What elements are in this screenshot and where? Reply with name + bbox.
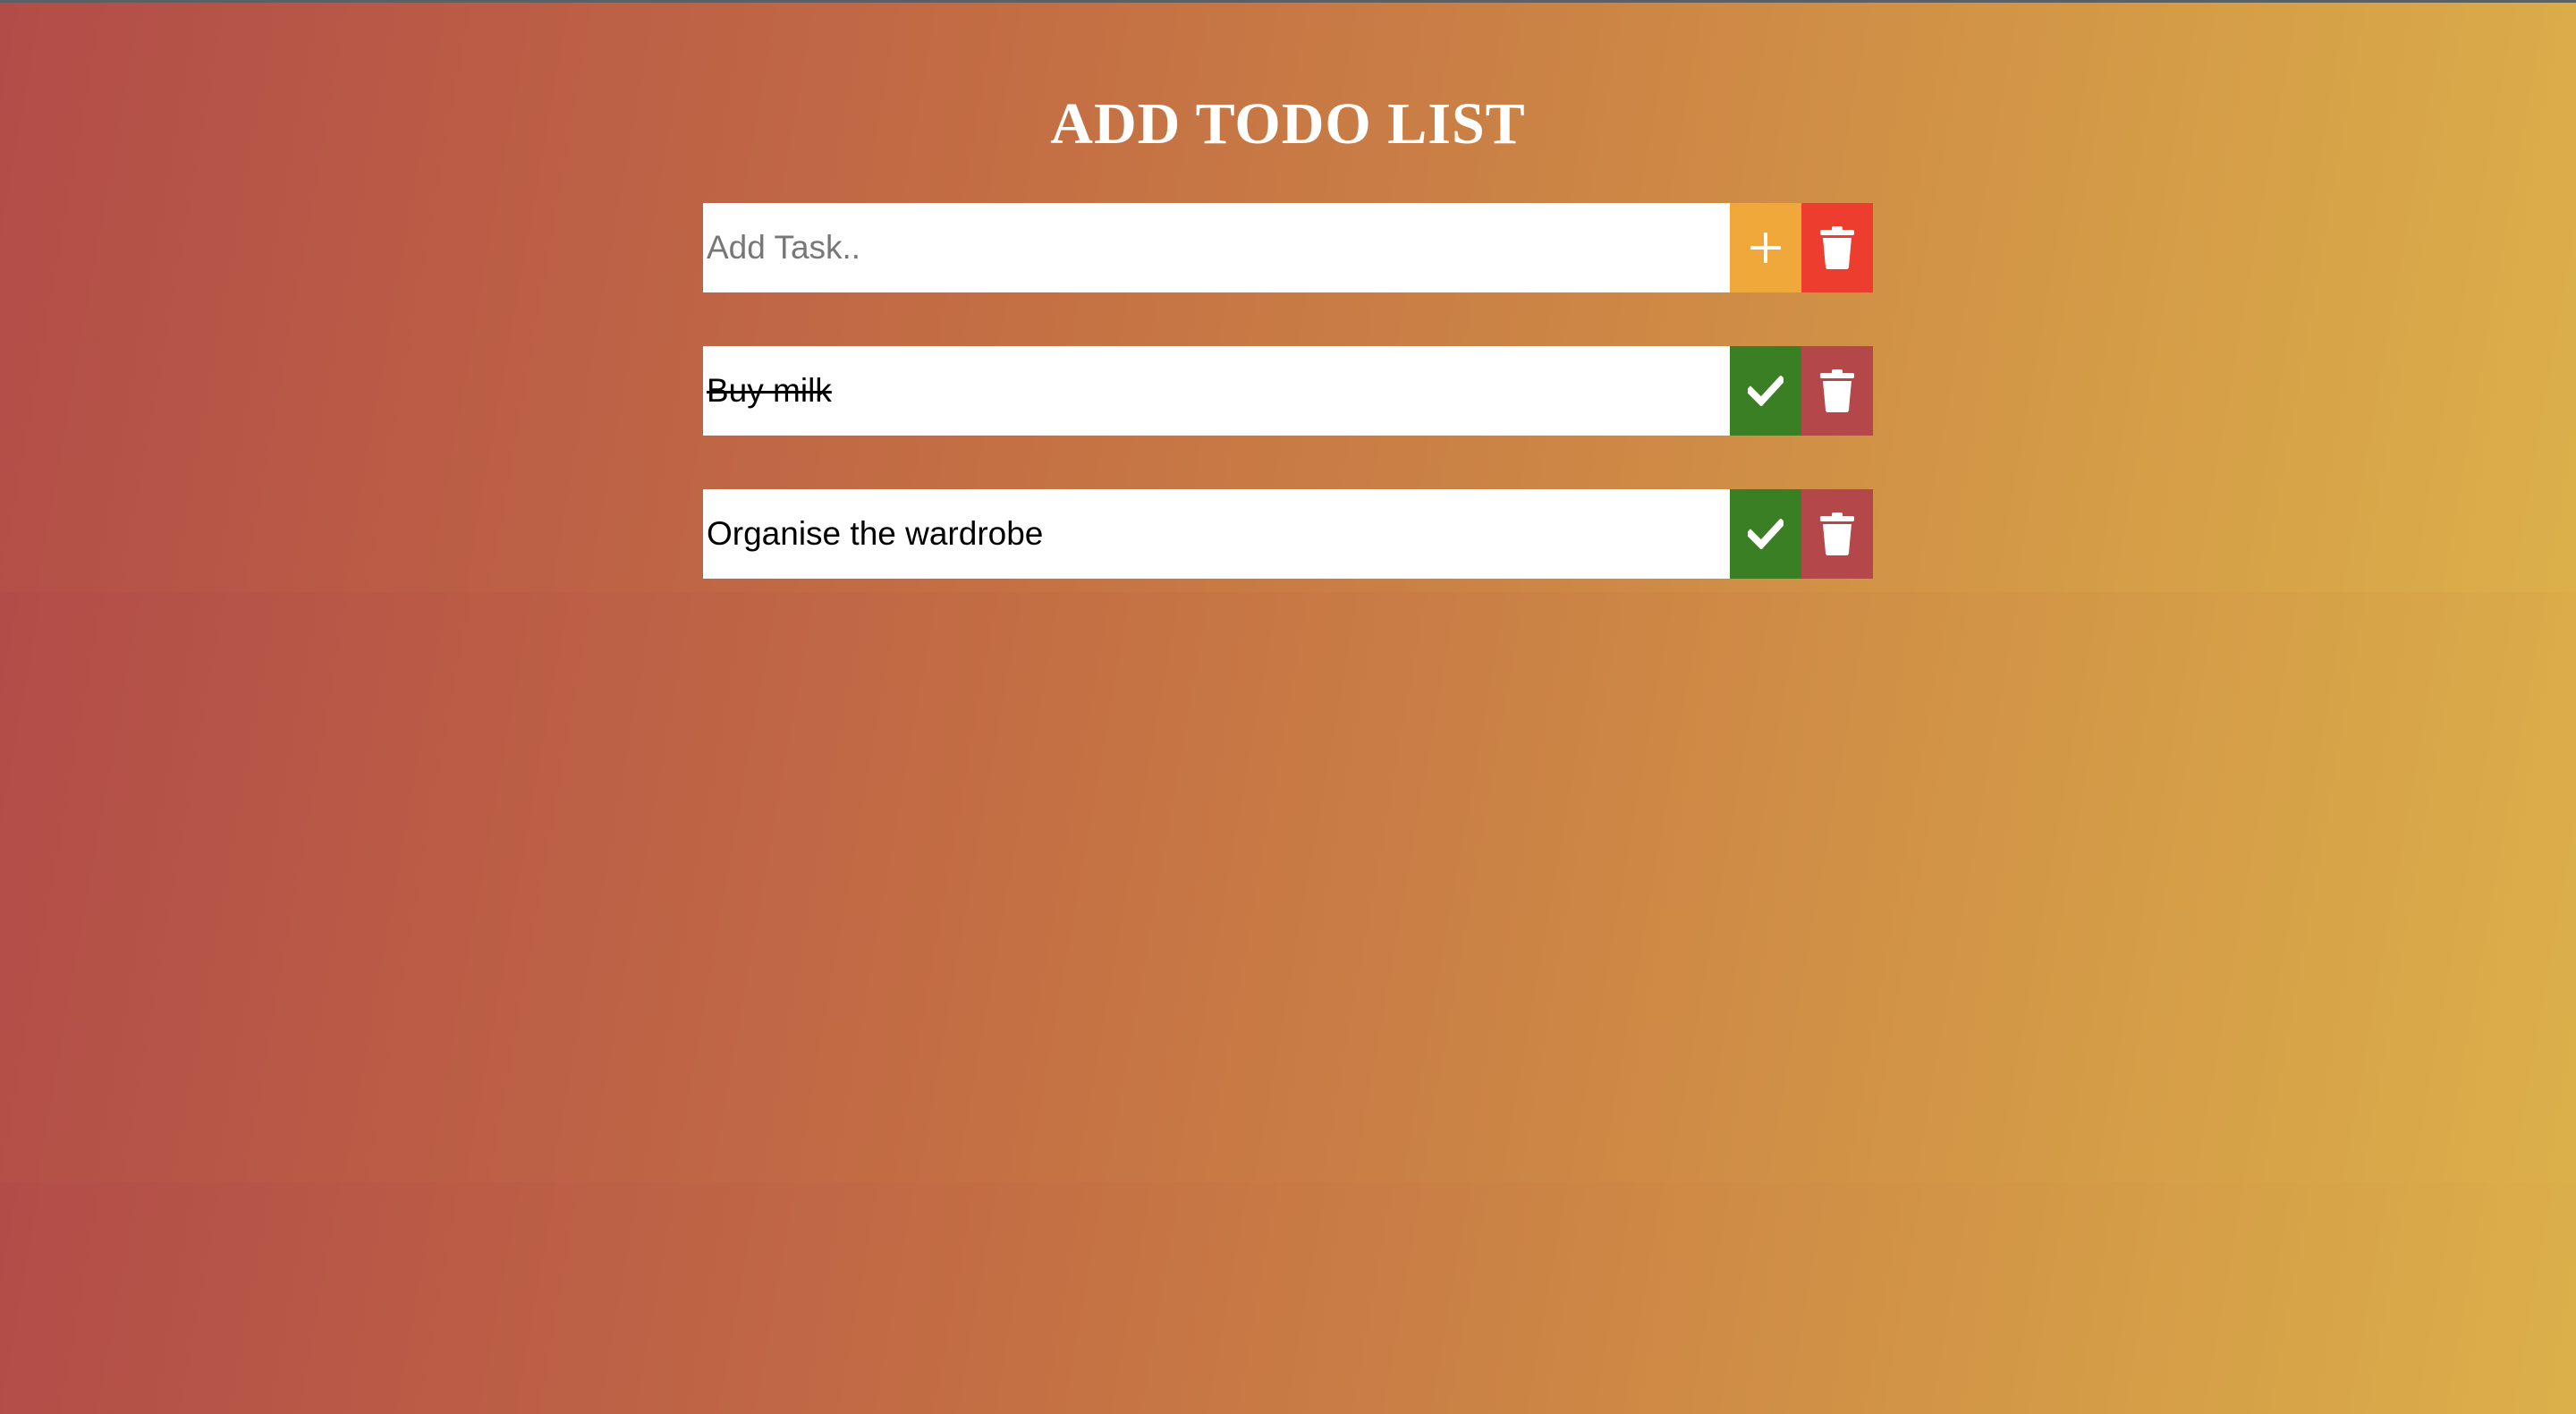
check-icon	[1748, 519, 1784, 549]
complete-task-button[interactable]	[1730, 489, 1801, 579]
delete-task-button[interactable]	[1801, 489, 1873, 579]
complete-task-button[interactable]	[1730, 346, 1801, 436]
trash-icon	[1820, 512, 1854, 555]
page-title: ADD TODO LIST	[1050, 91, 1526, 157]
task-item: Organise the wardrobe	[703, 489, 1873, 579]
clear-input-button[interactable]	[1801, 203, 1873, 292]
background-band	[0, 1182, 2576, 1414]
plus-icon	[1750, 233, 1781, 263]
trash-icon	[1820, 226, 1854, 269]
check-icon	[1748, 376, 1784, 406]
task-text: Organise the wardrobe	[703, 489, 1730, 579]
trash-icon	[1820, 369, 1854, 412]
add-task-button[interactable]	[1730, 203, 1801, 292]
task-item: Buy milk	[703, 346, 1873, 436]
background-band	[0, 592, 2576, 1182]
new-task-row	[703, 203, 1873, 292]
add-task-input[interactable]	[703, 203, 1730, 292]
task-text: Buy milk	[703, 346, 1730, 436]
delete-task-button[interactable]	[1801, 346, 1873, 436]
window-top-border	[0, 0, 2576, 3]
